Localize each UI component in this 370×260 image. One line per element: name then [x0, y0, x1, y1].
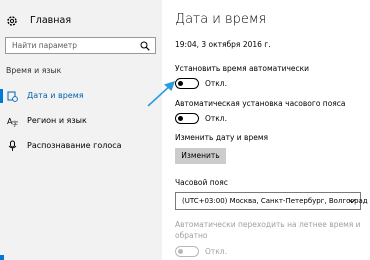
toggle-knob: [178, 248, 183, 254]
sidebar-item-speech[interactable]: Распознавание голоса: [0, 136, 162, 156]
timezone-select[interactable]: (UTC+03:00) Москва, Санкт-Петербург, Вол…: [175, 192, 368, 210]
current-datetime: 19:04, 3 октября 2016 г.: [175, 40, 271, 49]
search-icon: [140, 41, 150, 51]
search-input[interactable]: Найти параметр: [5, 37, 156, 54]
change-datetime-label: Изменить дату и время: [175, 133, 269, 142]
auto-time-label: Установить время автоматически: [175, 64, 310, 73]
change-button[interactable]: Изменить: [175, 148, 226, 164]
home-label: Главная: [30, 15, 72, 26]
sidebar: Главная Найти параметр Время и язык Дата…: [0, 0, 162, 260]
active-indicator: [0, 89, 3, 103]
pointer-arrow-annotation: [147, 81, 175, 107]
sidebar-item-region-language[interactable]: A 字 Регион и язык: [0, 111, 162, 131]
auto-time-state: Откл.: [205, 79, 227, 88]
auto-timezone-toggle[interactable]: [175, 113, 199, 124]
timezone-value: (UTC+03:00) Москва, Санкт-Петербург, Вол…: [182, 197, 368, 205]
timezone-label: Часовой пояс: [175, 178, 228, 187]
sidebar-item-date-time[interactable]: Дата и время: [0, 86, 162, 106]
section-heading: Время и язык: [6, 66, 62, 75]
sidebar-item-label: Регион и язык: [27, 116, 87, 125]
search-placeholder: Найти параметр: [12, 41, 77, 50]
microphone-icon: [8, 140, 17, 151]
gear-icon: [7, 16, 17, 26]
dst-label-line2: обратно: [175, 231, 208, 240]
accent-corner: [0, 255, 4, 260]
toggle-knob: [178, 115, 183, 121]
main-panel: Дата и время 19:04, 3 октября 2016 г. Ус…: [162, 0, 370, 260]
chevron-down-icon: [348, 199, 356, 204]
dst-label-line1: Автоматически переходить на летнее время…: [175, 220, 361, 229]
dst-toggle[interactable]: [175, 246, 199, 257]
svg-text:字: 字: [12, 120, 18, 127]
auto-timezone-label: Автоматическая установка часового пояса: [175, 99, 346, 108]
sidebar-item-label: Дата и время: [27, 91, 84, 100]
sidebar-item-label: Распознавание голоса: [27, 141, 122, 150]
calendar-clock-icon: [7, 91, 18, 102]
home-link[interactable]: Главная: [0, 10, 162, 32]
region-language-icon: A 字: [7, 117, 18, 127]
dst-state: Откл.: [205, 247, 227, 256]
page-title: Дата и время: [175, 12, 267, 27]
auto-timezone-state: Откл.: [205, 114, 227, 123]
